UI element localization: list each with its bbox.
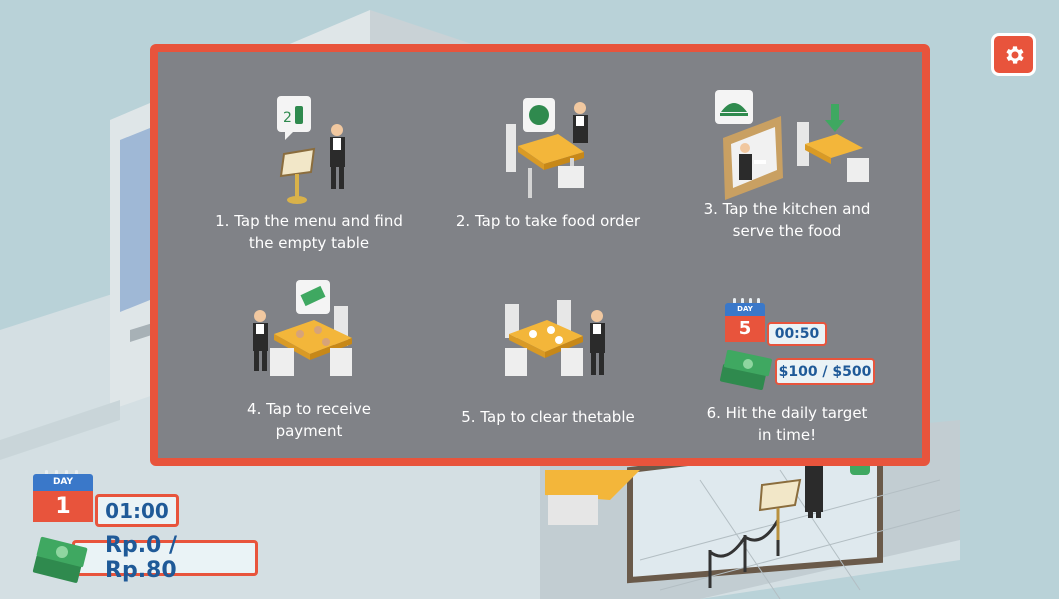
gear-icon (1005, 45, 1024, 64)
cash-icon (719, 350, 772, 390)
step-3-caption: 3. Tap the kitchen and serve the food (703, 200, 871, 240)
calendar-day-label: DAY (725, 303, 765, 316)
step-6-caption: 6. Hit the daily target in time! (706, 404, 868, 444)
tutorial-step-2: 2. Tap to take food order (428, 94, 668, 232)
table-number-label: 2 (283, 110, 292, 126)
kitchen-serve-illustration (715, 90, 869, 200)
hud-money-target: Rp.0 / Rp.80 (72, 533, 258, 583)
step-4-caption: 4. Tap to receive payment (247, 400, 371, 440)
step-1-caption: 1. Tap the menu and find the empty table (215, 212, 403, 252)
hud-money: Rp.0 / Rp.80 (30, 533, 262, 584)
example-money-target: $100 / $500 (775, 358, 875, 385)
menu-stand-waiter-illustration: 2 (277, 96, 345, 204)
tutorial-step-1: 2 1. Tap the menu and find the empty tab… (189, 94, 429, 254)
clear-table-illustration (505, 300, 605, 376)
hud-day-counter: DAY 1 01:00 (33, 470, 183, 530)
calendar-day-number: 5 (725, 316, 765, 342)
hud-day-label: DAY (33, 474, 93, 491)
hud-calendar-icon: DAY 1 (33, 470, 93, 522)
take-order-illustration (506, 98, 588, 198)
example-timer: 00:50 (767, 322, 827, 346)
receive-payment-illustration (253, 280, 352, 376)
step-5-caption: 5. Tap to clear thetable (461, 408, 635, 426)
hud-cash-icon (32, 536, 88, 583)
settings-button[interactable] (991, 33, 1036, 76)
tutorial-step-3: 3. Tap the kitchen and serve the food (667, 82, 907, 242)
tutorial-step-5: 5. Tap to clear thetable (428, 282, 668, 428)
tutorial-panel[interactable]: 2 1. Tap the menu and find the empty tab… (150, 44, 930, 466)
hud-timer: 01:00 (95, 494, 179, 527)
tutorial-step-4: 4. Tap to receive payment (189, 276, 429, 442)
step-2-caption: 2. Tap to take food order (455, 212, 641, 230)
daily-target-example: DAY 5 00:50 $100 / $500 (697, 298, 877, 398)
calendar-icon: DAY 5 (725, 298, 765, 342)
hud-day-number: 1 (33, 491, 93, 522)
tutorial-step-6: DAY 5 00:50 $100 / $500 6. Hit the daily… (667, 298, 907, 448)
